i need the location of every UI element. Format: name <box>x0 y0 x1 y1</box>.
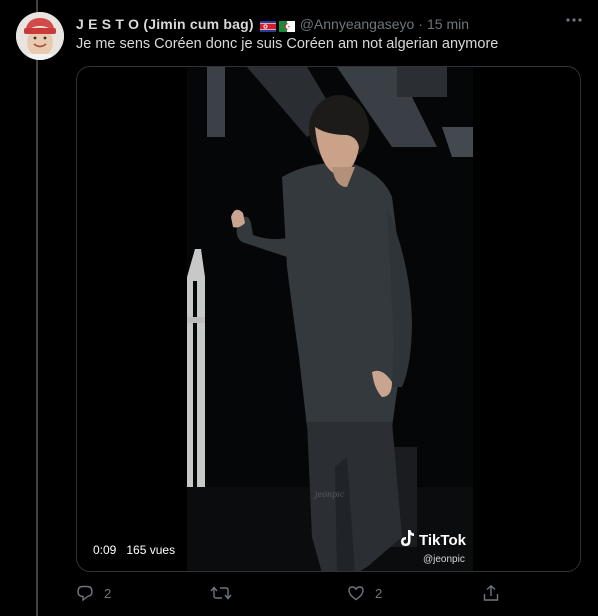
reply-icon <box>76 584 94 602</box>
like-button[interactable]: 2 <box>347 584 382 602</box>
video-meta: 0:09 165 vues <box>93 543 175 557</box>
more-dots-icon <box>565 11 583 34</box>
heart-icon <box>347 584 365 602</box>
reply-count: 2 <box>104 585 112 601</box>
share-button[interactable] <box>482 584 500 602</box>
tweet-actions: 2 2 <box>76 584 506 606</box>
video-elapsed-time: 0:09 <box>93 543 117 557</box>
reply-button[interactable]: 2 <box>76 584 111 602</box>
video-view-count: 165 vues <box>126 543 176 557</box>
like-count: 2 <box>375 585 383 601</box>
retweet-icon <box>210 584 232 602</box>
tiktok-username: @jeonpic <box>423 554 465 565</box>
svg-text:jeonpic: jeonpic <box>313 490 345 499</box>
tweet-text: Je me sens Coréen donc je suis Coréen am… <box>76 36 499 52</box>
retweet-button[interactable] <box>210 584 242 602</box>
tweet-header: J E S T O (Jimin cum bag) @Annyeangaseyo… <box>76 14 469 34</box>
flag-emojis <box>259 19 295 32</box>
north-korea-flag-icon <box>259 19 276 32</box>
more-options-button[interactable] <box>564 12 584 32</box>
tweet-timestamp[interactable]: 15 min <box>427 16 469 32</box>
tiktok-brand-text: TikTok <box>419 532 466 549</box>
video-player[interactable]: jeonpic 0:09 165 vues TikTok @jeonpic <box>76 66 581 572</box>
tiktok-watermark: TikTok <box>399 529 466 552</box>
tiktok-logo-icon <box>399 529 415 552</box>
share-icon <box>482 584 500 602</box>
separator-dot: · <box>418 16 423 32</box>
author-handle[interactable]: @Annyeangaseyo <box>300 16 415 32</box>
tweet-page: J E S T O (Jimin cum bag) @Annyeangaseyo… <box>0 0 598 616</box>
thread-line <box>36 0 38 616</box>
algeria-flag-icon <box>278 19 295 32</box>
avatar[interactable] <box>16 12 64 60</box>
author-name[interactable]: J E S T O (Jimin cum bag) <box>76 16 254 32</box>
video-frame[interactable]: jeonpic <box>187 67 473 571</box>
